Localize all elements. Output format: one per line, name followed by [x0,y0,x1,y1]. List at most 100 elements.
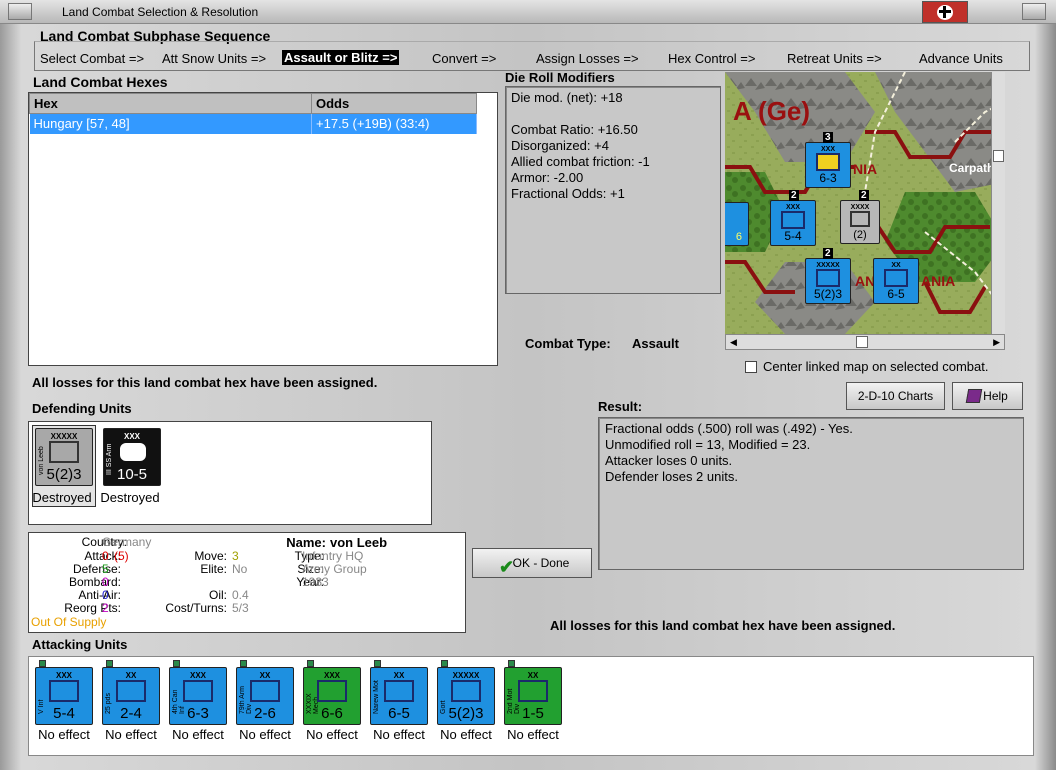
step-att-snow: Att Snow Units => [162,51,267,66]
combat-type-value: Assault [632,336,679,351]
modifier-line: Armor: -2.00 [511,170,584,185]
defender-status: Destroyed [32,490,92,505]
attacker-counter[interactable]: XXX XXXIX Mech 6-6 [303,667,361,725]
type-value: Infantry HQ [302,549,364,563]
stack-number: 2 [859,190,869,201]
result-line: Unmodified roll = 13, Modified = 23. [605,437,811,452]
map-label-ania: ANIA [921,273,955,289]
elite-label: Elite: [200,562,227,576]
map-counter-gort[interactable]: XXXXX 5(2)3 [805,258,851,304]
map-counter-4th-can[interactable]: XXX 6-3 [805,142,851,188]
minimize-button[interactable] [1022,3,1046,20]
result-line: Fractional odds (.500) roll was (.492) -… [605,421,853,436]
help-book-icon [965,389,983,403]
attacker-status: No effect [105,727,157,742]
center-map-checkbox[interactable] [745,361,757,373]
cost-label: Cost/Turns: [165,601,227,615]
checkmark-icon: ✔ [499,557,515,577]
cost-value: 5/3 [232,601,249,615]
oil-label: Oil: [209,588,227,602]
defending-panel: XXXXX von Leeb 5(2)3 Destroyed XXX III S… [28,421,432,525]
hexes-heading: Land Combat Hexes [33,74,168,90]
modifier-line: Fractional Odds: +1 [511,186,625,201]
modifier-line: Disorganized: +4 [511,138,609,153]
attacker-status: No effect [239,727,291,742]
defense-label: Defense: [72,562,121,576]
scroll-thumb[interactable] [856,336,868,348]
losses-note-bottom: All losses for this land combat hex have… [550,618,896,633]
attacker-counter[interactable]: XXXXX Gort 5(2)3 [437,667,495,725]
status-marker-icon [173,660,180,667]
status-marker-icon [441,660,448,667]
col-hex[interactable]: Hex [29,93,312,114]
step-convert: Convert => [432,51,497,66]
scroll-left-icon[interactable]: ◀ [730,337,737,348]
step-assault-blitz: Assault or Blitz => [282,50,400,65]
attacker-counter[interactable]: XXX V Inf 5-4 [35,667,93,725]
attack-value: 0 [102,549,109,563]
attacker-counter[interactable]: XX 2nd Mot Div 1-5 [504,667,562,725]
attacker-status: No effect [38,727,90,742]
elite-value: No [232,562,248,576]
reorg-value: 2 [102,601,109,615]
result-heading: Result: [598,399,643,414]
size-value: Army Group [302,562,367,576]
status-marker-icon [39,660,46,667]
map-label-nia: NIA [853,161,877,177]
map-counter-narew[interactable]: XX 6-5 [873,258,919,304]
status-marker-icon [106,660,113,667]
antiair-label: Anti-Air: [78,588,121,602]
step-hex-control: Hex Control => [668,51,756,66]
step-select-combat: Select Combat => [40,51,145,66]
map-counter-edge[interactable]: 6 [725,202,749,246]
linked-map[interactable]: A (Ge) NIA Carpathi AN ANIA XXX 6-3 3 XX… [725,72,1005,334]
antiair-value: 0 [102,588,109,602]
help-button[interactable]: Help [952,382,1023,410]
modifiers-panel: Die mod. (net): +18 Combat Ratio: +16.50… [505,86,721,294]
modifier-line: Allied combat friction: -1 [511,154,650,169]
defender-status: Destroyed [100,490,160,505]
attacker-status: No effect [373,727,425,742]
defender-counter-iii-ss[interactable]: XXX III SS Arm 10-5 [103,428,161,486]
result-panel: Fractional odds (.500) roll was (.492) -… [598,417,1024,570]
map-hscroll[interactable]: ◀ ▶ [725,334,1005,350]
scroll-right-icon[interactable]: ▶ [993,337,1000,348]
modifier-net: Die mod. (net): +18 [511,90,623,105]
defender-counter-von-leeb[interactable]: XXXXX von Leeb 5(2)3 [35,428,93,486]
attacking-units-row: XXX V Inf 5-4 No effect XX 25 pds 2-4 No effect… [29,657,1033,755]
system-menu-button[interactable] [8,3,32,20]
map-label-ge: A (Ge) [733,96,810,126]
attacker-status: No effect [172,727,224,742]
odds-cell[interactable]: +17.5 (+19B) (33:4) [311,113,477,134]
map-vscroll[interactable] [991,72,1005,334]
title-bar: Land Combat Selection & Resolution [0,0,1056,24]
table-row[interactable]: Hungary [57, 48] +17.5 (+19B) (33:4) [29,113,477,134]
step-advance-units: Advance Units [919,51,1003,66]
bombard-label: Bombard: [68,575,121,589]
col-odds[interactable]: Odds [311,93,477,114]
status-marker-icon [508,660,515,667]
result-line: Defender loses 2 units. [605,469,738,484]
defending-heading: Defending Units [32,401,132,416]
modifier-line: Combat Ratio: +16.50 [511,122,638,137]
attacker-counter[interactable]: XXX 4th Can Inf 6-3 [169,667,227,725]
attacker-counter[interactable]: XX Narew Mot 6-5 [370,667,428,725]
stack-number: 2 [823,248,833,259]
move-value: 3 [232,549,239,563]
defense-value: 5 [102,562,109,576]
attacker-status: No effect [306,727,358,742]
status-marker-icon [307,660,314,667]
step-retreat-units: Retreat Units => [787,51,882,66]
attacker-counter[interactable]: XX 25 pds 2-4 [102,667,160,725]
charts-button[interactable]: 2-D-10 Charts [846,382,945,410]
name-value: von Leeb [330,535,388,550]
ok-done-button[interactable]: ✔ OK - Done [472,548,592,578]
help-button-label: Help [983,389,1008,403]
center-map-label: Center linked map on selected combat. [763,359,989,374]
attacker-counter[interactable]: XX 79th Arm Div 2-6 [236,667,294,725]
map-counter-v-inf[interactable]: XXX 5-4 [770,200,816,246]
attacking-heading: Attacking Units [32,637,128,652]
map-counter-target[interactable]: XXXX (2) [840,200,880,244]
hex-cell[interactable]: Hungary [57, 48] [29,113,312,134]
name-label: Name: [286,535,326,550]
